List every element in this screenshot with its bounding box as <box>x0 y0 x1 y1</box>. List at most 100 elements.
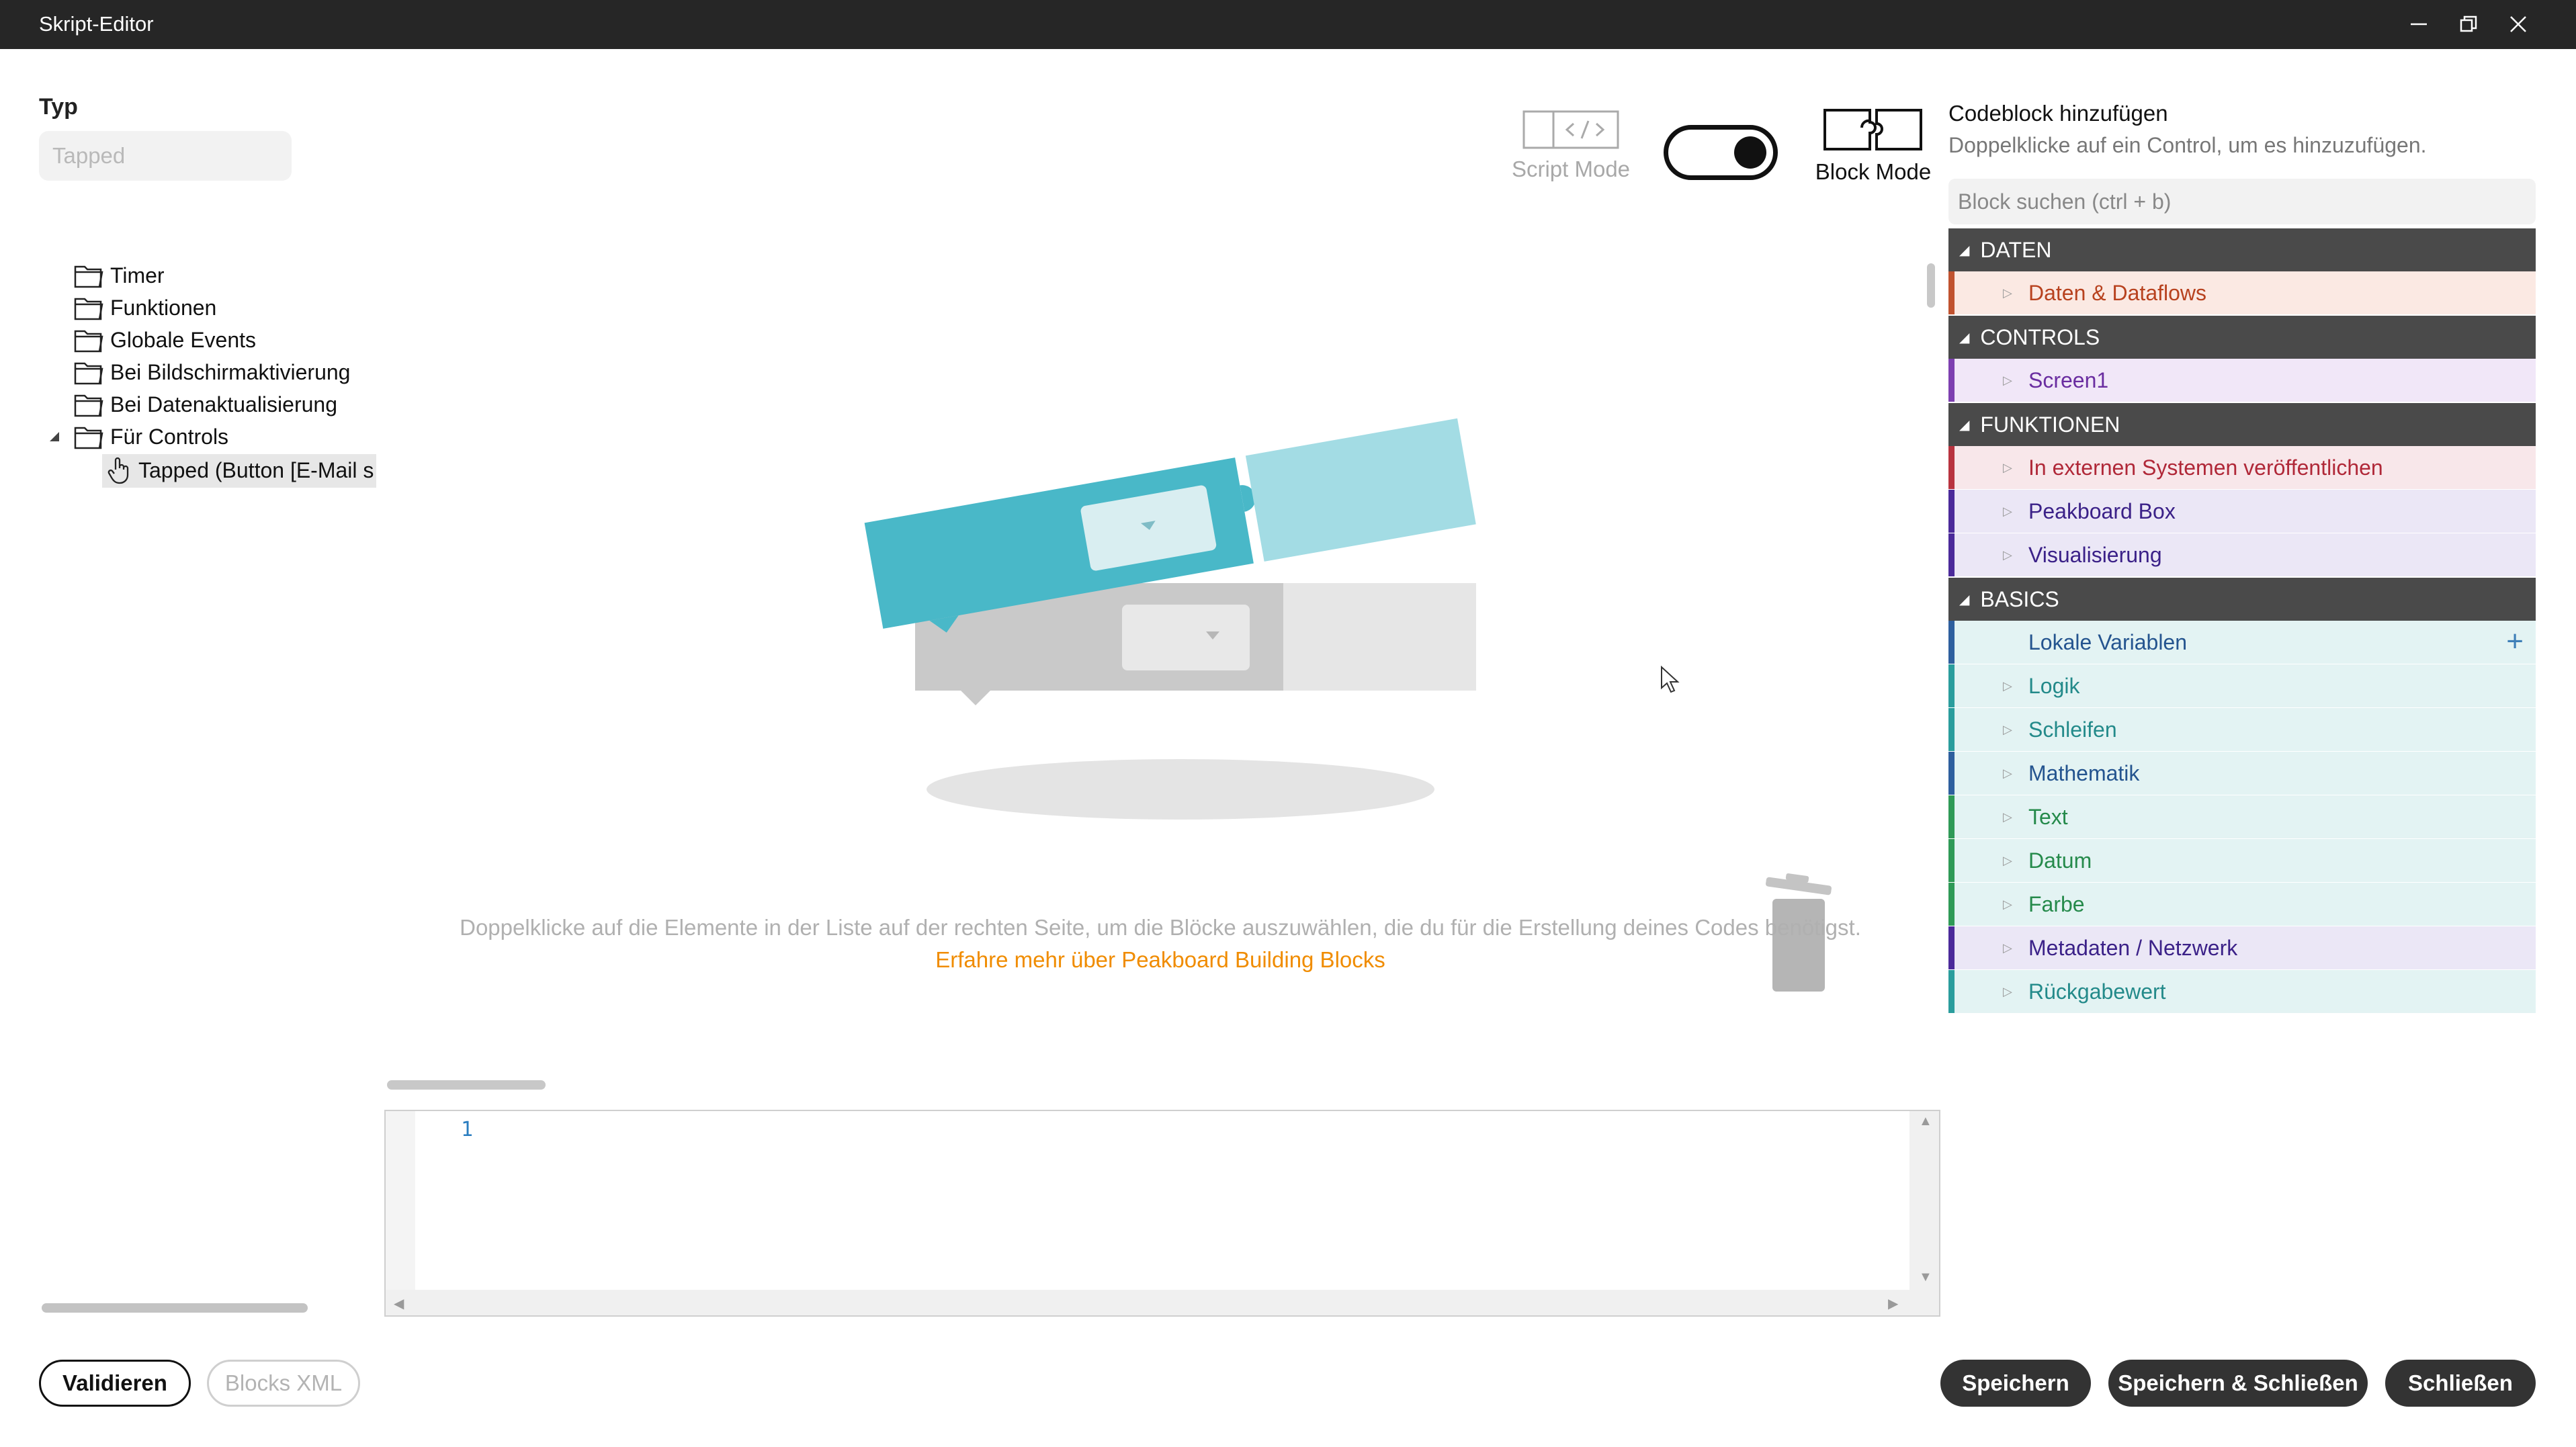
block-item-datum[interactable]: ▷ Datum <box>1948 839 2536 882</box>
category-label: CONTROLS <box>1980 324 2100 349</box>
block-item-label: Daten & Dataflows <box>2028 280 2207 305</box>
code-editor[interactable]: 1 ▲ ▼ ◀ ▶ <box>384 1110 1940 1317</box>
close-window-button[interactable] <box>2498 7 2538 42</box>
category-controls[interactable]: ◢ CONTROLS <box>1948 316 2536 359</box>
block-item-label: Text <box>2028 804 2068 829</box>
collapse-triangle-icon[interactable] <box>47 429 62 444</box>
block-item-daten-dataflows[interactable]: ▷ Daten & Dataflows <box>1948 271 2536 314</box>
category-label: FUNKTIONEN <box>1980 412 2120 437</box>
expand-arrow-icon: ▷ <box>2003 286 2012 300</box>
folder-icon <box>74 298 103 320</box>
tree-item-tapped[interactable]: Tapped (Button [E-Mail s <box>108 454 376 486</box>
block-item-label: Datum <box>2028 848 2092 873</box>
expand-arrow-icon: ▷ <box>2003 504 2012 518</box>
block-item-label: Logik <box>2028 673 2080 698</box>
expand-arrow-icon: ▷ <box>2003 940 2012 955</box>
editor-vertical-scrollbar[interactable]: ▲ ▼ <box>1909 1111 1939 1290</box>
block-item-logik[interactable]: ▷ Logik <box>1948 664 2536 707</box>
folder-icon <box>74 265 103 288</box>
block-item-farbe[interactable]: ▷ Farbe <box>1948 883 2536 926</box>
block-item-label: Mathematik <box>2028 760 2140 785</box>
close-button[interactable]: Schließen <box>2385 1360 2536 1407</box>
blocks-xml-button[interactable]: Blocks XML <box>207 1360 360 1407</box>
minimize-button[interactable] <box>2399 7 2439 42</box>
block-item-text[interactable]: ▷ Text <box>1948 795 2536 838</box>
save-and-close-button[interactable]: Speichern & Schließen <box>2108 1360 2368 1407</box>
expand-arrow-icon: ▷ <box>2003 678 2012 693</box>
block-mode-label: Block Mode <box>1815 159 1932 184</box>
expand-arrow-icon: ▷ <box>2003 766 2012 780</box>
scroll-left-icon[interactable]: ◀ <box>394 1295 404 1312</box>
folder-icon <box>74 362 103 385</box>
block-item-label: Lokale Variablen <box>2028 629 2188 654</box>
category-basics[interactable]: ◢ BASICS <box>1948 578 2536 621</box>
tree-item-label: Bei Datenaktualisierung <box>110 392 337 416</box>
category-daten[interactable]: ◢ DATEN <box>1948 228 2536 271</box>
block-item-visualisierung[interactable]: ▷ Visualisierung <box>1948 533 2536 576</box>
expand-arrow-icon: ▷ <box>2003 809 2012 824</box>
collapse-triangle-icon: ◢ <box>1959 330 1970 345</box>
expand-arrow-icon: ▷ <box>2003 897 2012 911</box>
tree-item-timer[interactable]: Timer <box>74 259 165 292</box>
block-item-label: Farbe <box>2028 891 2085 916</box>
codeblock-panel-subtitle: Doppelklicke auf ein Control, um es hinz… <box>1948 133 2427 157</box>
save-button[interactable]: Speichern <box>1940 1360 2091 1407</box>
block-item-label: In externen Systemen veröffentlichen <box>2028 455 2383 480</box>
block-item-schleifen[interactable]: ▷ Schleifen <box>1948 708 2536 751</box>
restore-button[interactable] <box>2448 7 2489 42</box>
collapse-triangle-icon: ◢ <box>1959 243 1970 258</box>
minimize-icon <box>2411 23 2427 26</box>
expand-arrow-icon: ▷ <box>2003 373 2012 387</box>
scroll-up-icon[interactable]: ▲ <box>1919 1114 1932 1129</box>
category-label: BASICS <box>1980 586 2059 611</box>
scroll-down-icon[interactable]: ▼ <box>1919 1270 1932 1285</box>
block-item-externe-systeme[interactable]: ▷ In externen Systemen veröffentlichen <box>1948 446 2536 489</box>
block-mode-option[interactable]: Block Mode <box>1807 107 1939 185</box>
tree-item-funktionen[interactable]: Funktionen <box>74 292 216 324</box>
block-item-screen1[interactable]: ▷ Screen1 <box>1948 359 2536 402</box>
block-item-peakboard-box[interactable]: ▷ Peakboard Box <box>1948 490 2536 533</box>
add-variable-icon[interactable]: + <box>2506 625 2524 658</box>
tree-horizontal-scrollbar[interactable] <box>42 1303 308 1313</box>
canvas-horizontal-scrollbar[interactable] <box>387 1080 546 1090</box>
folder-icon <box>74 394 103 417</box>
category-label: DATEN <box>1980 237 2052 262</box>
block-item-lokale-variablen[interactable]: Lokale Variablen + <box>1948 621 2536 664</box>
block-item-label: Schleifen <box>2028 717 2117 742</box>
expand-arrow-icon: ▷ <box>2003 853 2012 867</box>
line-number: 1 <box>461 1118 474 1141</box>
tree-item-bildschirmaktivierung[interactable]: Bei Bildschirmaktivierung <box>74 356 350 388</box>
tree-item-globale-events[interactable]: Globale Events <box>74 324 256 356</box>
block-search-input[interactable]: Block suchen (ctrl + b) <box>1948 179 2536 224</box>
category-funktionen[interactable]: ◢ FUNKTIONEN <box>1948 403 2536 446</box>
validate-button[interactable]: Validieren <box>39 1360 191 1407</box>
scroll-right-icon[interactable]: ▶ <box>1888 1295 1898 1312</box>
tree-item-label: Timer <box>110 263 165 288</box>
expand-arrow-icon: ▷ <box>2003 547 2012 562</box>
tree-item-label: Für Controls <box>110 424 229 449</box>
editor-horizontal-scrollbar[interactable]: ◀ ▶ <box>386 1290 1939 1315</box>
learn-more-link[interactable]: Erfahre mehr über Peakboard Building Blo… <box>384 947 1936 973</box>
mouse-cursor-icon <box>1661 665 1680 693</box>
collapse-triangle-icon: ◢ <box>1959 417 1970 433</box>
canvas-vertical-scrollbar[interactable] <box>1927 263 1935 308</box>
block-item-label: Metadaten / Netzwerk <box>2028 935 2238 960</box>
mode-toggle-switch[interactable] <box>1664 125 1778 180</box>
folder-icon <box>74 427 103 449</box>
title-bar: Skript-Editor <box>0 0 2576 49</box>
close-icon <box>2510 16 2526 32</box>
type-field[interactable]: Tapped <box>39 131 292 181</box>
collapse-triangle-icon: ◢ <box>1959 592 1970 607</box>
tree-item-label: Tapped (Button [E-Mail s <box>138 457 374 482</box>
script-mode-option[interactable]: Script Mode <box>1510 110 1631 182</box>
tree-item-datenaktualisierung[interactable]: Bei Datenaktualisierung <box>74 388 337 421</box>
tree-item-fuer-controls[interactable]: Für Controls <box>47 421 228 453</box>
block-item-mathematik[interactable]: ▷ Mathematik <box>1948 752 2536 795</box>
block-item-metadaten[interactable]: ▷ Metadaten / Netzwerk <box>1948 926 2536 969</box>
tree-item-label: Funktionen <box>110 295 217 320</box>
block-item-rueckgabewert[interactable]: ▷ Rückgabewert <box>1948 970 2536 1013</box>
block-item-label: Screen1 <box>2028 367 2109 392</box>
expand-arrow-icon: ▷ <box>2003 722 2012 736</box>
hand-pointer-icon <box>108 457 129 484</box>
code-icon <box>1522 110 1619 149</box>
